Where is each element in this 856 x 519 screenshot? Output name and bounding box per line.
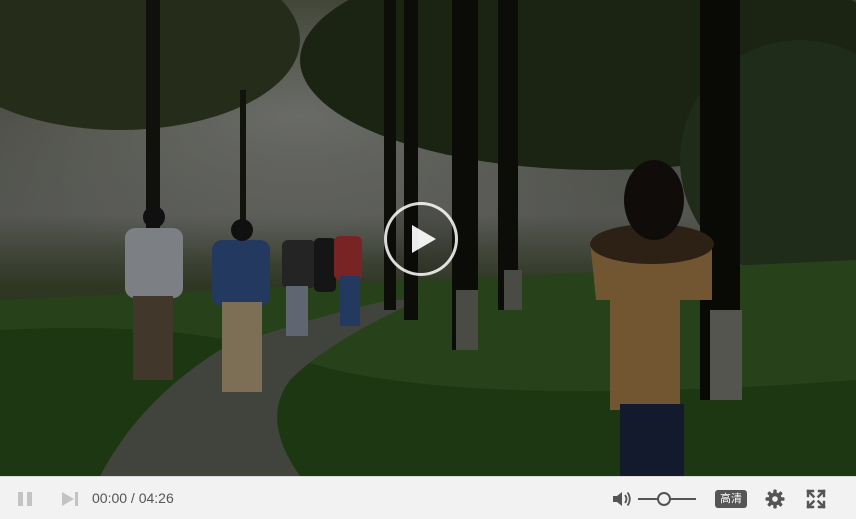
next-button[interactable] xyxy=(60,490,80,508)
big-play-button[interactable] xyxy=(384,202,458,276)
time-separator: / xyxy=(127,490,139,506)
duration: 04:26 xyxy=(138,490,174,506)
pause-icon xyxy=(18,492,32,506)
pause-button[interactable] xyxy=(16,490,34,508)
fullscreen-icon xyxy=(806,489,826,509)
settings-button[interactable] xyxy=(765,489,785,509)
volume-button[interactable] xyxy=(611,490,633,508)
quality-button[interactable]: 高清 xyxy=(715,490,747,508)
volume-icon xyxy=(613,491,631,507)
time-display: 00:00 / 04:26 xyxy=(92,490,174,506)
fullscreen-button[interactable] xyxy=(806,489,826,509)
gear-icon xyxy=(765,489,785,509)
video-player: 00:00 / 04:26 高清 xyxy=(0,0,856,519)
play-icon xyxy=(412,225,436,253)
current-time: 00:00 xyxy=(92,490,128,506)
next-icon xyxy=(62,492,78,506)
control-bar: 00:00 / 04:26 高清 xyxy=(0,476,856,519)
video-frame[interactable] xyxy=(0,0,856,476)
volume-slider-knob[interactable] xyxy=(657,492,672,506)
